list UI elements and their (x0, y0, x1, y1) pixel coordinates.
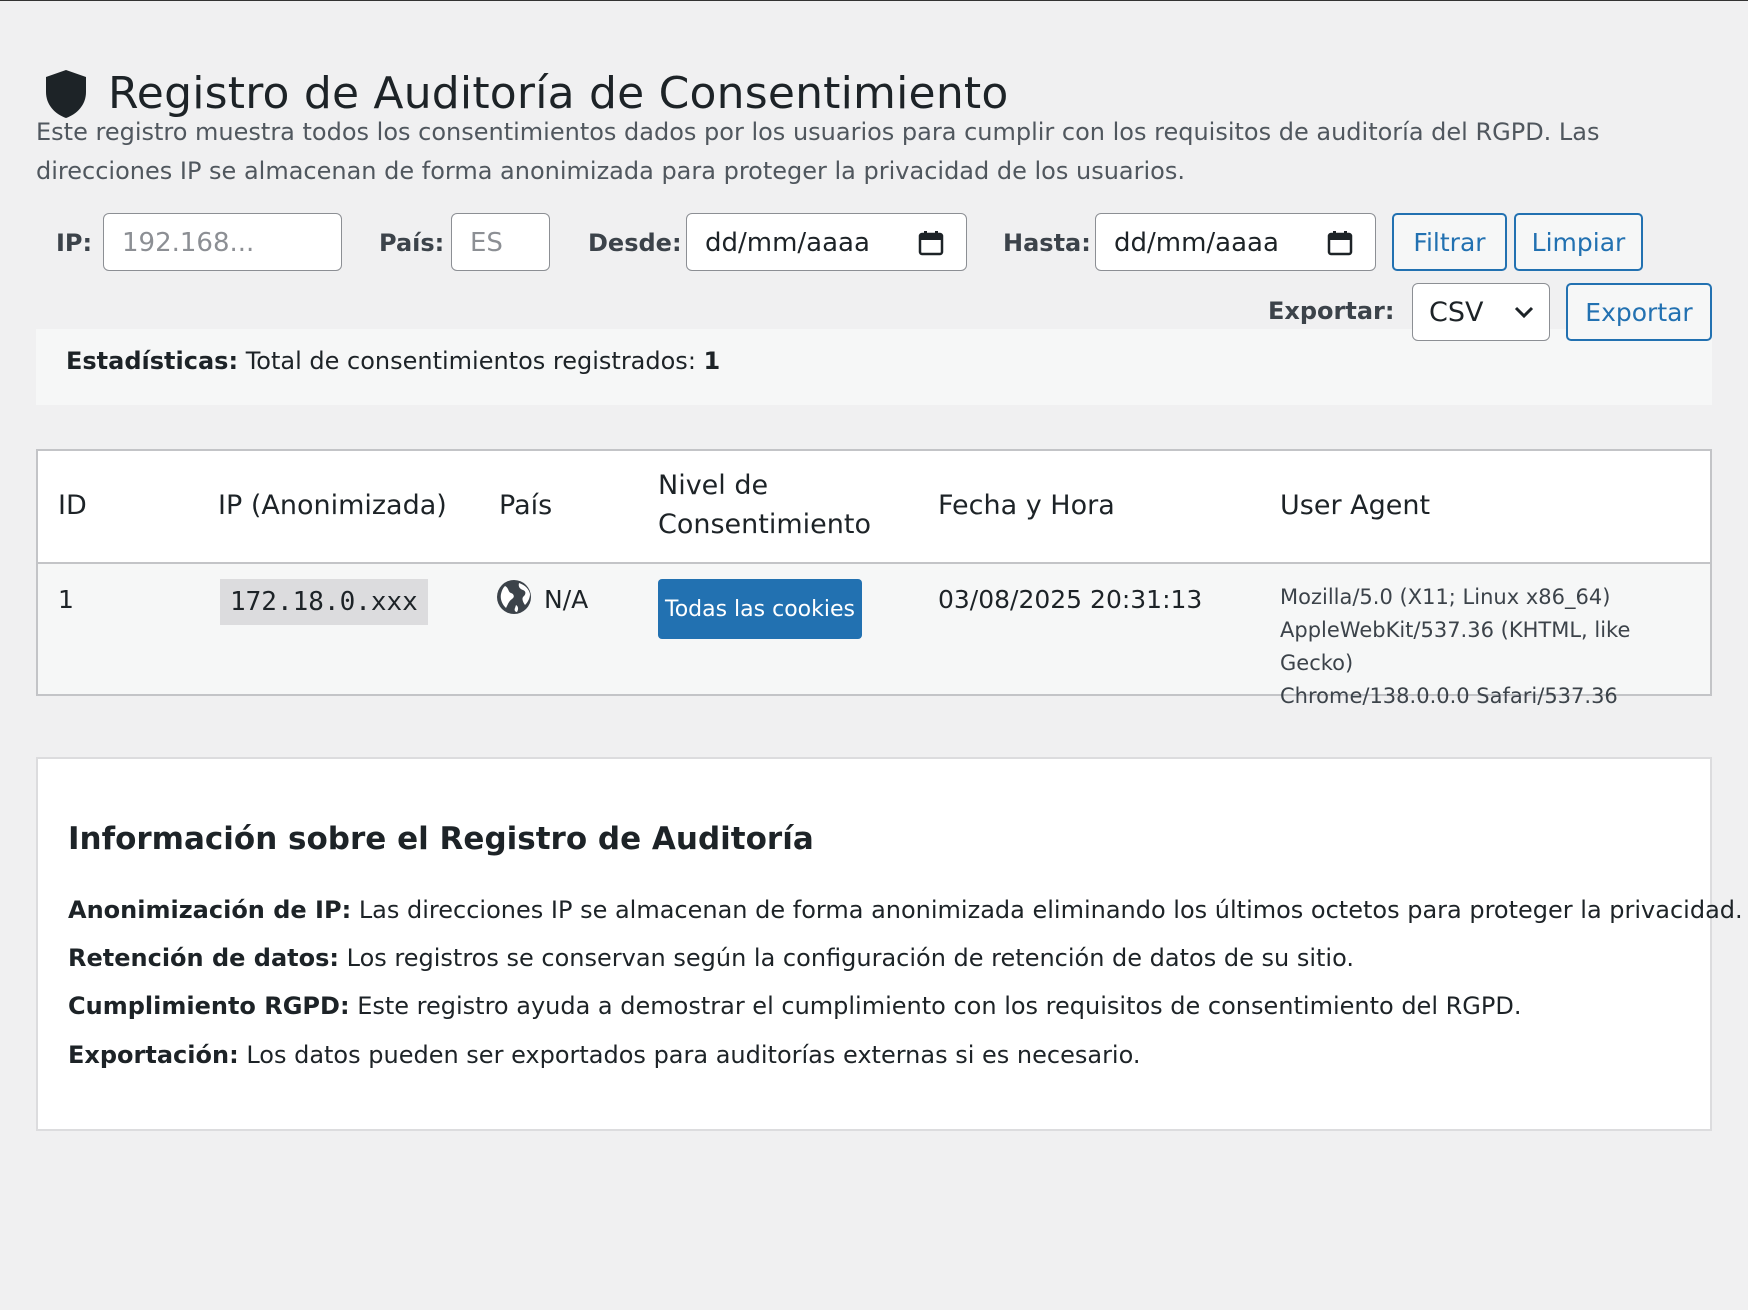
clear-button[interactable]: Limpiar (1514, 213, 1643, 271)
calendar-icon[interactable] (918, 230, 944, 256)
column-header-level-line1: Nivel de (658, 470, 769, 501)
export-button[interactable]: Exportar (1566, 283, 1712, 341)
column-header-level-line2: Consentimiento (658, 509, 871, 540)
ip-filter-input[interactable]: 192.168... (103, 213, 342, 271)
user-agent-line: Chrome/138.0.0.0 Safari/537.36 (1280, 684, 1618, 708)
globe-icon (497, 580, 531, 614)
filter-button[interactable]: Filtrar (1392, 213, 1507, 271)
page-description: Este registro muestra todos los consenti… (36, 118, 1600, 185)
info-item-text: Los datos pueden ser exportados para aud… (246, 1041, 1141, 1069)
info-item-label: Cumplimiento RGPD: (68, 992, 350, 1020)
cell-datetime: 03/08/2025 20:31:13 (938, 585, 1203, 614)
info-item-retention: Retención de datos: Los registros se con… (68, 944, 1354, 972)
ip-filter-label: IP: (56, 229, 93, 257)
from-date-label: Desde: (588, 229, 682, 257)
user-agent-line: Mozilla/5.0 (X11; Linux x86_64) (1280, 585, 1611, 609)
info-title: Información sobre el Registro de Auditor… (68, 821, 814, 857)
consent-table: ID IP (Anonimizada) País Nivel de Consen… (36, 449, 1712, 708)
info-item-label: Retención de datos: (68, 944, 340, 972)
stats-label: Estadísticas: (66, 347, 239, 375)
info-item-text: Este registro ayuda a demostrar el cumpl… (357, 992, 1522, 1020)
consent-level-badge: Todas las cookies (658, 579, 862, 639)
stats-text: Total de consentimientos registrados: (245, 347, 696, 375)
column-header-user-agent: User Agent (1280, 490, 1431, 521)
cell-ip: 172.18.0.xxx (220, 579, 428, 625)
to-date-input[interactable]: dd/mm/aaaa (1095, 213, 1376, 271)
filter-bar: IP: 192.168... País: ES Desde: dd/mm/aaa… (36, 213, 1712, 271)
info-item-export: Exportación: Los datos pueden ser export… (68, 1041, 1141, 1069)
column-header-country: País (499, 490, 553, 521)
stats-total: 1 (703, 347, 721, 375)
column-header-datetime: Fecha y Hora (938, 490, 1115, 521)
info-item-text: Las direcciones IP se almacenan de forma… (358, 896, 1743, 924)
column-header-level: Nivel de Consentimiento (658, 466, 871, 544)
export-format-value: CSV (1429, 297, 1484, 328)
info-item-text: Los registros se conservan según la conf… (346, 944, 1354, 972)
from-date-input[interactable]: dd/mm/aaaa (686, 213, 967, 271)
country-filter-input[interactable]: ES (451, 213, 550, 271)
cell-country: N/A (544, 585, 589, 614)
stats-summary: Estadísticas: Total de consentimientos r… (66, 347, 720, 375)
chevron-down-icon (1514, 306, 1534, 319)
info-panel: Información sobre el Registro de Auditor… (36, 757, 1743, 1131)
export-format-select[interactable]: CSV (1412, 283, 1550, 341)
country-filter-label: País: (379, 229, 445, 257)
calendar-icon[interactable] (1327, 230, 1353, 256)
export-label: Exportar: (1268, 297, 1395, 325)
column-header-ip: IP (Anonimizada) (218, 490, 447, 521)
info-item-label: Anonimización de IP: (68, 896, 352, 924)
to-date-label: Hasta: (1003, 229, 1091, 257)
column-header-id: ID (58, 490, 87, 521)
page-title: Registro de Auditoría de Consentimiento (108, 68, 1009, 120)
from-date-value: dd/mm/aaaa (705, 228, 870, 258)
info-item-compliance: Cumplimiento RGPD: Este registro ayuda a… (68, 992, 1521, 1020)
cell-user-agent: Mozilla/5.0 (X11; Linux x86_64) AppleWeb… (1280, 581, 1700, 713)
info-item-ip: Anonimización de IP: Las direcciones IP … (68, 896, 1743, 924)
info-item-label: Exportación: (68, 1041, 239, 1069)
cell-id: 1 (58, 585, 74, 614)
to-date-value: dd/mm/aaaa (1114, 228, 1279, 258)
user-agent-line: AppleWebKit/537.36 (KHTML, like Gecko) (1280, 618, 1631, 675)
